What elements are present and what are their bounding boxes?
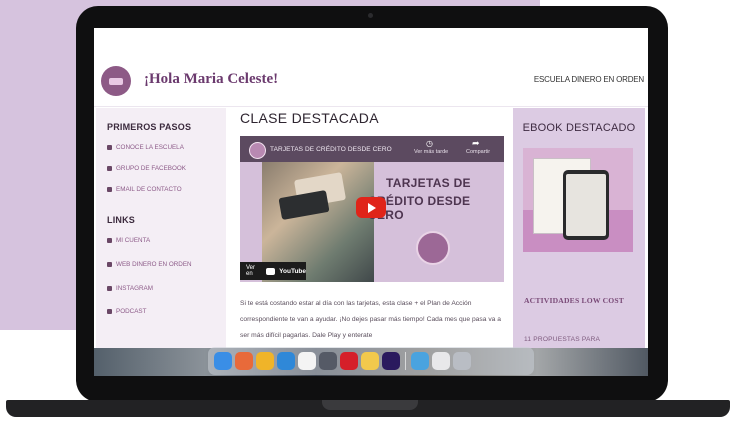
laptop-notch xyxy=(322,400,418,410)
video-title[interactable]: TARJETAS DE CRÉDITO DESDE CERO xyxy=(270,146,392,153)
play-button[interactable] xyxy=(356,197,386,218)
share-label[interactable]: Compartir xyxy=(466,149,490,155)
main-content: CLASE DESTACADA TARJETAS DE CRÉDITO DESD… xyxy=(234,108,504,376)
sidebar-heading-primeros-pasos: PRIMEROS PASOS xyxy=(107,122,192,132)
video-overlay-title-line2: CRÉDITO DESDE CERO xyxy=(368,194,471,222)
sidebar-item-podcast[interactable]: PODCAST xyxy=(107,308,146,315)
watch-later-label[interactable]: Ver más tarde xyxy=(414,149,448,155)
premiere-icon[interactable] xyxy=(382,352,400,370)
page-title: CLASE DESTACADA xyxy=(240,110,379,126)
sidebar-item-email-contacto[interactable]: EMAIL DE CONTACTO xyxy=(107,186,182,193)
dock xyxy=(208,347,534,375)
sidebar-item-mi-cuenta[interactable]: MI CUENTA xyxy=(107,237,150,244)
calendar-icon[interactable] xyxy=(298,352,316,370)
activities-title[interactable]: ACTIVIDADES LOW COST xyxy=(524,294,640,307)
ebook-title: EBOOK DESTACADO xyxy=(522,122,636,134)
piggy-bank-icon xyxy=(109,77,123,85)
sidebar-heading-links: LINKS xyxy=(107,215,135,225)
sidebar-item-conoce-escuela[interactable]: CONOCE LA ESCUELA xyxy=(107,144,184,151)
youtube-icon xyxy=(265,267,276,275)
globe-icon xyxy=(107,145,112,150)
account-icon xyxy=(107,238,112,243)
sidebar-item-label: PODCAST xyxy=(116,308,147,315)
site-header: ¡Hola Maria Celeste! ESCUELA DINERO EN O… xyxy=(94,58,648,107)
tablet-screen xyxy=(566,174,606,236)
sidebar-item-label: EMAIL DE CONTACTO xyxy=(116,186,182,193)
instagram-icon xyxy=(107,286,112,291)
finder-icon[interactable] xyxy=(214,352,232,370)
screen: ¡Hola Maria Celeste! ESCUELA DINERO EN O… xyxy=(94,28,648,376)
sidebar-item-grupo-facebook[interactable]: GRUPO DE FACEBOOK xyxy=(107,165,186,172)
pinterest-icon[interactable] xyxy=(340,352,358,370)
video-overlay-title-line1: TARJETAS DE xyxy=(386,176,471,190)
dock-separator xyxy=(405,352,406,370)
right-column: EBOOK DESTACADO ACTIVIDADES LOW COST 11 … xyxy=(513,108,645,376)
folder-icon[interactable] xyxy=(361,352,379,370)
channel-avatar[interactable] xyxy=(249,142,266,159)
safari-icon[interactable] xyxy=(277,352,295,370)
trash-icon[interactable] xyxy=(453,352,471,370)
tablet-image xyxy=(563,170,609,240)
school-logo[interactable] xyxy=(101,66,131,96)
notes-app-icon[interactable] xyxy=(319,352,337,370)
sidebar-item-label: INSTAGRAM xyxy=(116,285,153,292)
sidebar-item-label: WEB DINERO EN ORDEN xyxy=(116,261,192,268)
video-logo-badge xyxy=(416,231,450,265)
sidebar-item-label: CONOCE LA ESCUELA xyxy=(116,144,184,151)
watch-on-youtube-button[interactable]: Ver en YouTube xyxy=(240,262,306,280)
sidebar-item-label: MI CUENTA xyxy=(116,237,151,244)
watch-on-label: Ver en xyxy=(246,265,256,277)
sidebar-item-instagram[interactable]: INSTAGRAM xyxy=(107,285,153,292)
video-player[interactable]: TARJETAS DE CRÉDITO DESDE CERO ◷ Ver más… xyxy=(240,136,504,282)
podcast-icon xyxy=(107,309,112,314)
launchpad-icon[interactable] xyxy=(235,352,253,370)
mail-icon xyxy=(107,187,112,192)
class-description: Si te está costando estar al día con las… xyxy=(240,300,501,339)
files-icon[interactable] xyxy=(432,352,450,370)
sidebar-item-label: GRUPO DE FACEBOOK xyxy=(116,165,186,172)
sidebar-item-web-dinero[interactable]: WEB DINERO EN ORDEN xyxy=(107,261,192,268)
screen-icon[interactable] xyxy=(411,352,429,370)
camera-dot xyxy=(368,13,373,18)
facebook-icon xyxy=(107,166,112,171)
web-icon xyxy=(107,262,112,267)
share-icon[interactable]: ➦ xyxy=(472,138,480,149)
school-link[interactable]: ESCUELA DINERO EN ORDEN xyxy=(534,75,644,84)
greeting-title: ¡Hola Maria Celeste! xyxy=(144,71,279,87)
clock-icon[interactable]: ◷ xyxy=(426,139,433,148)
ebook-cover[interactable] xyxy=(523,148,633,252)
chrome-icon[interactable] xyxy=(256,352,274,370)
sidebar: PRIMEROS PASOS CONOCE LA ESCUELA GRUPO D… xyxy=(96,108,226,376)
video-topbar: TARJETAS DE CRÉDITO DESDE CERO ◷ Ver más… xyxy=(240,136,504,162)
youtube-label: YouTube xyxy=(279,267,306,275)
